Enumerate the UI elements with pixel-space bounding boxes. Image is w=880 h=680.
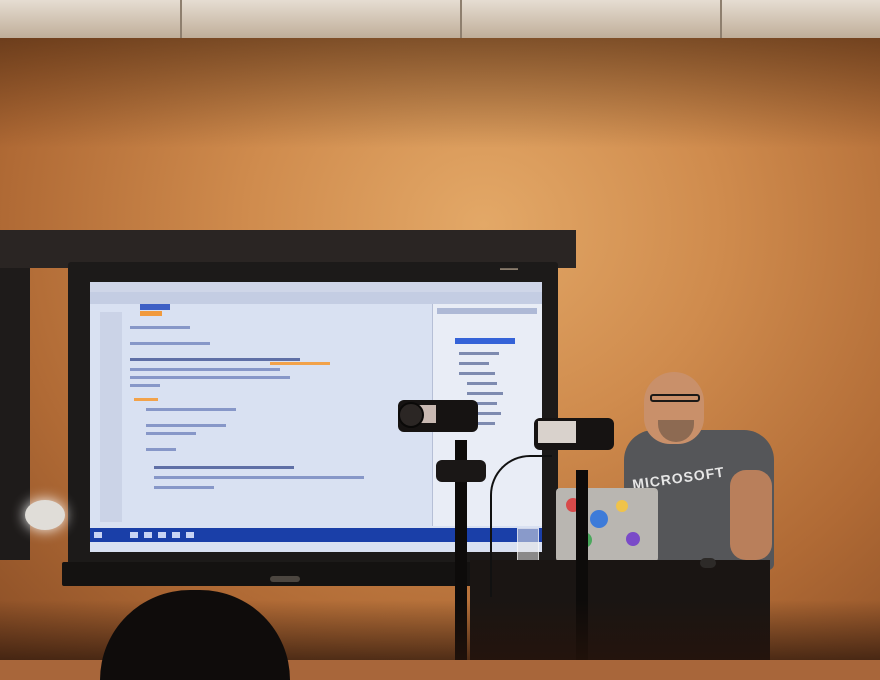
laptop-sticker (626, 532, 640, 546)
taskbar-app-icon (172, 532, 180, 538)
code-line (146, 448, 176, 451)
ceiling-seam (460, 0, 462, 38)
code-line-highlight (270, 362, 330, 365)
code-line (130, 342, 210, 345)
ceiling-seam (180, 0, 182, 38)
tree-item (467, 392, 503, 395)
code-line (130, 326, 190, 329)
code-line (146, 408, 236, 411)
laptop-sticker (616, 500, 628, 512)
ide-menubar (90, 282, 542, 292)
taskbar-app-icon (158, 532, 166, 538)
camera-cable (490, 455, 552, 597)
clicker-remote (700, 558, 716, 568)
taskbar-app-icon (144, 532, 152, 538)
ceiling-seam (720, 0, 722, 38)
presenter-glasses (650, 394, 700, 402)
ide-toolbar (90, 292, 542, 304)
code-line (154, 486, 214, 489)
code-line (130, 358, 300, 361)
laptop-icon (556, 488, 658, 562)
code-line (146, 424, 226, 427)
code-line (154, 466, 294, 469)
taskbar-app-icon (130, 532, 138, 538)
tv-logo (270, 576, 300, 582)
tree-item (467, 382, 497, 385)
light-fixture (25, 500, 65, 530)
solution-explorer-selected-item (455, 338, 515, 344)
ide-tab-inactive (140, 311, 162, 316)
camera-lens (398, 402, 424, 428)
code-line (130, 384, 160, 387)
code-line (154, 476, 364, 479)
tree-item (459, 352, 499, 355)
start-icon (94, 532, 102, 538)
taskbar-app-icon (186, 532, 194, 538)
laptop-sticker (590, 510, 608, 528)
wall-shadow (0, 38, 880, 148)
code-line (130, 368, 280, 371)
editor-gutter (100, 312, 122, 522)
tree-item (459, 372, 495, 375)
tripod-head (436, 460, 486, 482)
code-line (146, 432, 196, 435)
camera-flip-screen (538, 421, 576, 443)
presenter-arm (730, 470, 772, 560)
tree-item (459, 362, 489, 365)
ide-tab-active (140, 304, 170, 310)
code-line (130, 376, 290, 379)
ceiling (0, 0, 880, 38)
tv-brand-mark: ▬▬▬ (500, 266, 518, 272)
solution-explorer-header (437, 308, 537, 314)
windows-taskbar (90, 528, 542, 542)
code-line-highlight (134, 398, 158, 401)
